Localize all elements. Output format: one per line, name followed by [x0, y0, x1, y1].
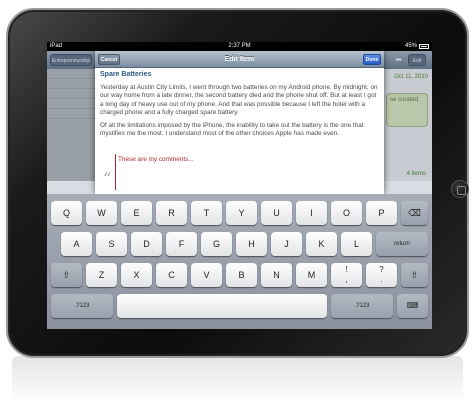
key-p[interactable]: P — [366, 201, 397, 225]
comment-field[interactable]: These are my comments... — [118, 156, 194, 163]
key-j[interactable]: J — [271, 232, 302, 256]
device-reflection — [12, 356, 463, 416]
key-f[interactable]: F — [166, 232, 197, 256]
key-k[interactable]: K — [306, 232, 337, 256]
key-e[interactable]: E — [121, 201, 152, 225]
numbers-key-left[interactable]: .?123 — [51, 294, 113, 318]
key-z[interactable]: Z — [86, 263, 117, 287]
screen: iPad 2:37 PM 45% Entrepreneurship ➦ Edit… — [47, 42, 432, 329]
battery-percent: 45% — [404, 43, 417, 49]
key-d[interactable]: D — [131, 232, 162, 256]
key-q[interactable]: Q — [51, 201, 82, 225]
keyboard-hide-icon[interactable]: ⌨ — [397, 294, 428, 318]
key-c[interactable]: C — [156, 263, 187, 287]
return-key[interactable]: return — [376, 232, 428, 256]
item-paragraph: Of all the limitations imposed by the iP… — [100, 121, 364, 138]
key-y[interactable]: Y — [226, 201, 257, 225]
numbers-key-right[interactable]: .?123 — [331, 294, 393, 318]
key-g[interactable]: G — [201, 232, 232, 256]
background-list — [47, 69, 97, 181]
shift-icon[interactable]: ⇧ — [51, 263, 82, 287]
key-b[interactable]: B — [226, 263, 257, 287]
key-exclamation-comma[interactable]: ! , — [331, 263, 362, 287]
share-icon: ➦ — [395, 55, 402, 64]
key-m[interactable]: M — [296, 263, 327, 287]
key-r[interactable]: R — [156, 201, 187, 225]
status-time: 2:37 PM — [228, 43, 251, 49]
battery-icon — [419, 44, 429, 49]
home-button[interactable] — [451, 180, 469, 198]
item-paragraph: Yesterday at Austin City Limits, I went … — [100, 84, 378, 117]
comment-cursor — [115, 154, 116, 190]
item-body[interactable]: Yesterday at Austin City Limits, I went … — [100, 84, 380, 142]
key-question-period[interactable]: ? . — [366, 263, 397, 287]
modal-title: Edit Item — [224, 56, 255, 63]
edit-item-modal: Edit Item Cancel Done Spare Batteries Ye… — [95, 51, 384, 194]
battery-indicator: 45% — [405, 42, 429, 51]
quote-icon: “ — [103, 169, 112, 188]
done-button[interactable]: Done — [363, 54, 381, 65]
modal-navbar: Edit Item Cancel Done — [95, 51, 384, 68]
background-date: Oct 11, 2010 — [394, 74, 428, 80]
keyboard: Q W E R T Y U I O P ⌫ A S D F G H J K L … — [47, 194, 432, 329]
background-back-button: Entrepreneurship — [50, 54, 92, 66]
key-n[interactable]: N — [261, 263, 292, 287]
key-l[interactable]: L — [341, 232, 372, 256]
key-h[interactable]: H — [236, 232, 267, 256]
key-i[interactable]: I — [296, 201, 327, 225]
space-bar[interactable] — [117, 294, 327, 318]
key-x[interactable]: X — [121, 263, 152, 287]
delete-icon[interactable]: ⌫ — [401, 201, 428, 225]
cancel-button[interactable]: Cancel — [98, 54, 120, 65]
shift-right-icon[interactable]: ⇧ — [401, 263, 428, 287]
status-bar: iPad 2:37 PM 45% — [47, 42, 432, 51]
key-s[interactable]: S — [96, 232, 127, 256]
key-u[interactable]: U — [261, 201, 292, 225]
key-a[interactable]: A — [61, 232, 92, 256]
background-edit-button: Edit — [408, 54, 426, 66]
background-items-count: 4 items — [406, 171, 426, 177]
key-v[interactable]: V — [191, 263, 222, 287]
key-w[interactable]: W — [86, 201, 117, 225]
key-o[interactable]: O — [331, 201, 362, 225]
key-t[interactable]: T — [191, 201, 222, 225]
background-curated-box: se curated — [386, 93, 428, 127]
item-title[interactable]: Spare Batteries — [100, 71, 151, 78]
